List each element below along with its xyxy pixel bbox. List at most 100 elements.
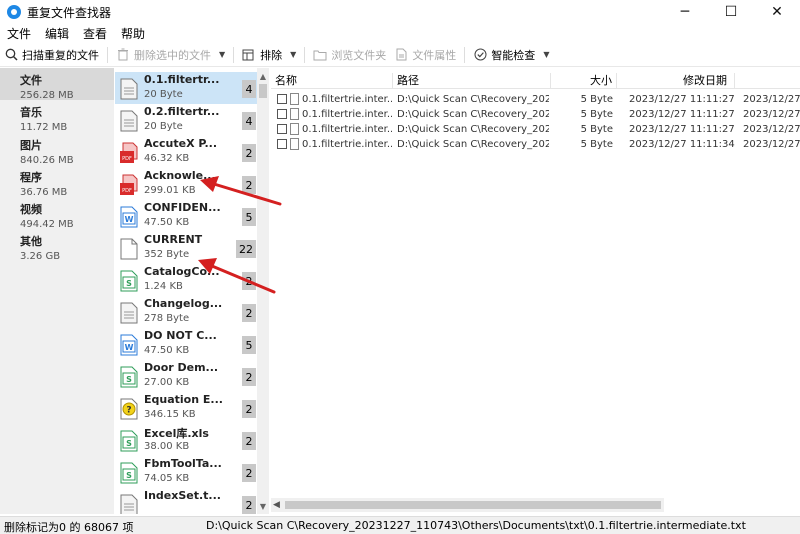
file-size: 46.32 KB (144, 153, 190, 164)
file-size: 346.15 KB (144, 409, 196, 420)
properties-icon (394, 48, 408, 62)
row-checkbox[interactable] (277, 139, 287, 149)
scroll-down-icon[interactable]: ▼ (257, 500, 269, 512)
status-delete-count: 删除标记为0 的 68067 项 (4, 521, 134, 534)
cell-path: D:\Quick Scan C\Recovery_202... (397, 124, 549, 135)
category-other[interactable]: 其他 3.26 GB (0, 229, 114, 262)
cell-date-extra: 2023/12/27 (743, 124, 800, 135)
pdf-file-icon: PDF (120, 142, 138, 163)
list-item[interactable]: CURRENT 352 Byte 22 (115, 232, 257, 264)
sort-icon (242, 48, 256, 62)
cell-date-extra: 2023/12/27 (743, 139, 800, 150)
list-item[interactable]: Changelog... 278 Byte 2 (115, 296, 257, 328)
list-item[interactable]: PDF AccuteX P... 46.32 KB 2 (115, 136, 257, 168)
sort-dropdown-chevron-icon[interactable]: ▼ (286, 50, 300, 59)
table-row[interactable]: 0.1.filtertrie.inter... D:\Quick Scan C\… (271, 137, 800, 152)
list-item[interactable]: ? Equation E... 346.15 KB 2 (115, 392, 257, 424)
table-row[interactable]: 0.1.filtertrie.inter... D:\Quick Scan C\… (271, 122, 800, 137)
list-item[interactable]: PDF Acknowle... 299.01 KB 2 (115, 168, 257, 200)
column-header-name[interactable]: 名称 (271, 73, 393, 89)
file-list-scrollbar[interactable]: ▲ ▼ (257, 68, 269, 514)
cell-modified: 2023/12/27 11:11:27 (629, 124, 735, 135)
table-row[interactable]: 0.1.filtertrie.inter... D:\Quick Scan C\… (271, 107, 800, 122)
list-item[interactable]: W CONFIDEN... 47.50 KB 5 (115, 200, 257, 232)
menu-view[interactable]: 查看 (76, 25, 114, 42)
search-icon (4, 48, 18, 62)
text-file-icon (290, 138, 299, 150)
app-logo-icon (7, 5, 21, 19)
row-checkbox[interactable] (277, 109, 287, 119)
duplicate-count-badge: 2 (242, 400, 256, 418)
file-name: DO NOT C... (144, 329, 217, 342)
delete-selected-button[interactable]: 删除选中的文件 (112, 44, 215, 66)
list-item[interactable]: S Excel库.xls 38.00 KB 2 (115, 424, 257, 456)
delete-dropdown-chevron-icon[interactable]: ▼ (215, 50, 229, 59)
file-name: Excel库.xls (144, 427, 209, 440)
text-file-icon (120, 110, 138, 132)
list-item[interactable]: 0.1.filtertr... 20 Byte 4 (115, 72, 257, 104)
file-name: 0.1.filtertr... (144, 73, 220, 86)
minimize-button[interactable]: ─ (662, 0, 708, 24)
svg-text:S: S (126, 279, 132, 288)
title-bar: 重复文件查找器 ─ ☐ ✕ (0, 0, 800, 24)
list-item[interactable]: S CatalogCo... 1.24 KB 2 (115, 264, 257, 296)
delete-selected-label: 删除选中的文件 (134, 48, 211, 62)
category-programs[interactable]: 程序 36.76 MB (0, 165, 114, 198)
scroll-left-icon[interactable]: ◀ (273, 498, 280, 512)
menu-file[interactable]: 文件 (0, 25, 38, 42)
svg-text:W: W (125, 215, 134, 224)
sort-button[interactable]: 排除 (238, 44, 286, 66)
browse-folder-button[interactable]: 浏览文件夹 (309, 44, 390, 66)
file-size: 278 Byte (144, 313, 190, 324)
cell-size: 5 Byte (580, 139, 613, 150)
list-item[interactable]: 0.2.filtertr... 20 Byte 4 (115, 104, 257, 136)
file-name: Acknowle... (144, 169, 216, 182)
scrollbar-thumb[interactable] (285, 501, 661, 509)
category-name: 视频 (20, 203, 42, 217)
smart-check-button[interactable]: 智能检查 (469, 44, 539, 66)
blank-file-icon (120, 238, 138, 260)
sheet-file-icon: S (120, 430, 138, 452)
category-name: 文件 (20, 74, 42, 87)
table-row[interactable]: 0.1.filtertrie.inter... D:\Quick Scan C\… (271, 92, 800, 107)
details-horizontal-scrollbar[interactable]: ◀ (271, 498, 664, 512)
table-header: 名称 路径 大小 修改日期 (271, 73, 800, 89)
category-documents[interactable]: 文件 256.28 MB (0, 68, 114, 101)
cell-path: D:\Quick Scan C\Recovery_202... (397, 94, 549, 105)
scan-label: 扫描重复的文件 (22, 48, 99, 62)
category-music[interactable]: 音乐 11.72 MB (0, 100, 114, 133)
duplicate-details-table: 名称 路径 大小 修改日期 0.1.filtertrie.inter... D:… (271, 68, 800, 498)
trash-icon (116, 48, 130, 62)
smart-check-dropdown-chevron-icon[interactable]: ▼ (539, 50, 553, 59)
column-header-size[interactable]: 大小 (551, 73, 617, 89)
svg-text:S: S (126, 375, 132, 384)
list-item[interactable]: S FbmToolTa... 74.05 KB 2 (115, 456, 257, 488)
toolbar-divider (233, 46, 235, 63)
column-header-path[interactable]: 路径 (393, 73, 551, 89)
toolbar-divider (107, 46, 108, 63)
list-item[interactable]: W DO NOT C... 47.50 KB 5 (115, 328, 257, 360)
unknown-file-icon: ? (120, 398, 138, 420)
list-item[interactable]: S Door Dem... 27.00 KB 2 (115, 360, 257, 392)
close-button[interactable]: ✕ (754, 0, 800, 24)
cell-path: D:\Quick Scan C\Recovery_202... (397, 139, 549, 150)
menu-edit[interactable]: 编辑 (38, 25, 76, 42)
row-checkbox[interactable] (277, 94, 287, 104)
row-checkbox[interactable] (277, 124, 287, 134)
scrollbar-thumb[interactable] (259, 84, 267, 98)
toolbar: 扫描重复的文件 删除选中的文件 ▼ 排除 ▼ 浏览文件夹 文件属性 智能检查 ▼ (0, 43, 800, 67)
cell-name: 0.1.filtertrie.inter... (302, 109, 392, 120)
category-images[interactable]: 图片 840.26 MB (0, 133, 114, 166)
scan-button[interactable]: 扫描重复的文件 (0, 44, 103, 66)
category-panel: 文件 256.28 MB 音乐 11.72 MB 图片 840.26 MB 程序… (0, 68, 114, 514)
maximize-button[interactable]: ☐ (708, 0, 754, 24)
duplicate-count-badge: 4 (242, 80, 256, 98)
list-item[interactable]: IndexSet.t... 2 (115, 488, 257, 514)
scroll-up-icon[interactable]: ▲ (257, 70, 269, 82)
svg-text:W: W (125, 343, 134, 352)
column-header-modified[interactable]: 修改日期 (617, 73, 735, 89)
menu-help[interactable]: 帮助 (114, 25, 152, 42)
category-video[interactable]: 视频 494.42 MB (0, 197, 114, 230)
file-properties-button[interactable]: 文件属性 (390, 44, 460, 66)
svg-text:PDF: PDF (122, 188, 132, 194)
